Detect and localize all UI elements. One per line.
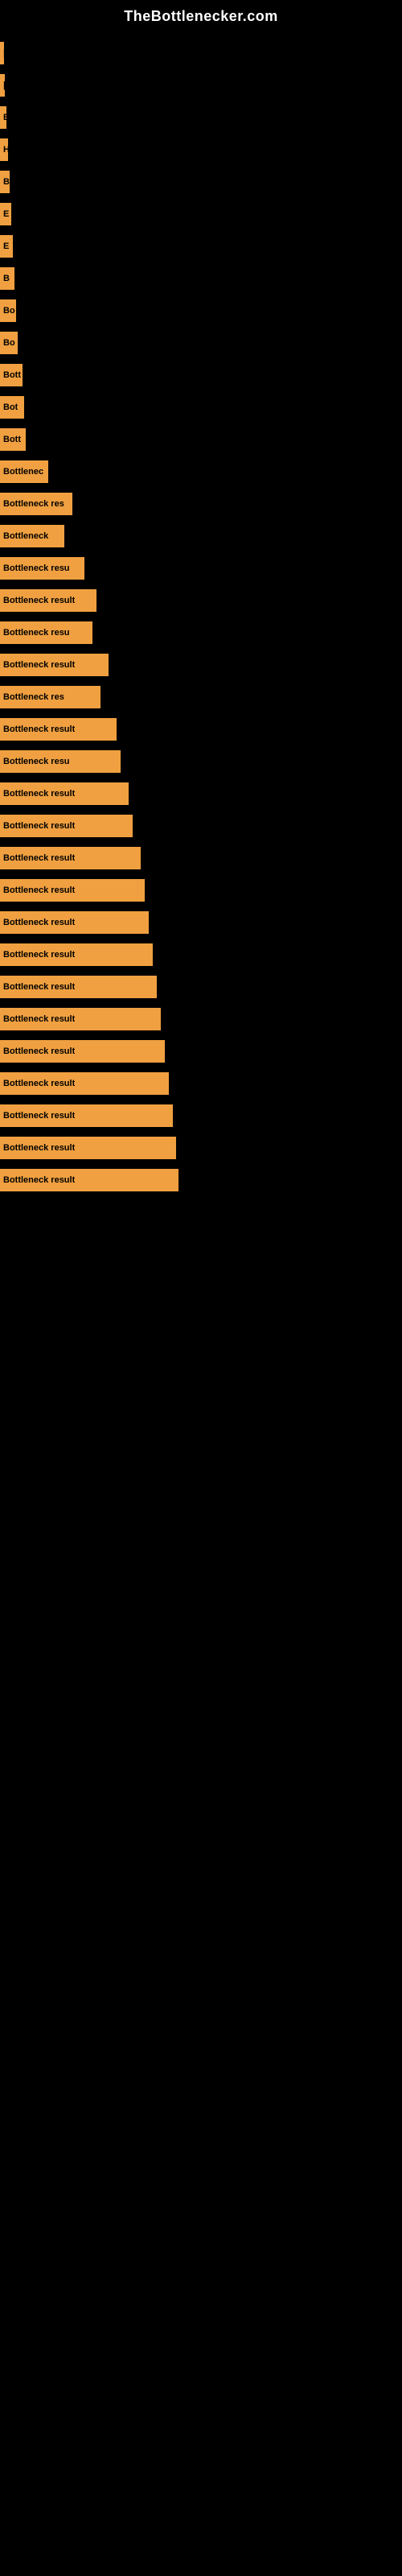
bar-label: Bottleneck resu [3,628,70,638]
bar-row: Bo [0,327,402,359]
bar-label: E [3,209,9,219]
bar-row: Bott [0,359,402,391]
bar-row: Bottleneck result [0,1164,402,1196]
bar-label: Bottleneck result [3,821,75,831]
bar-row: Bottleneck result [0,1100,402,1132]
bar-label: Bottleneck result [3,982,75,992]
bar-row: Bottleneck resu [0,617,402,649]
bar-row: Bo [0,295,402,327]
bar-label: Bottleneck result [3,950,75,960]
bar-label: B [3,274,10,283]
bar-label: Bo [3,338,15,348]
bar-label: Bottleneck result [3,789,75,799]
bar-row: Bottleneck result [0,939,402,971]
bar-label: B [3,177,10,187]
bar-label: H [3,145,8,155]
bar-label: Bot [3,402,18,412]
bar-row: | [0,37,402,69]
bar-row: Bot [0,391,402,423]
bar-row: Bottleneck result [0,713,402,745]
bar-label: Bottleneck resu [3,757,70,766]
bar-label: E [3,113,6,122]
bar-row: Bottleneck result [0,874,402,906]
bar-label: Bottleneck res [3,692,64,702]
bar-row: Bottleneck result [0,1132,402,1164]
bar-row: Bottlenec [0,456,402,488]
bar-label: Bottleneck result [3,724,75,734]
bar-row: E [0,198,402,230]
bar-row: Bottleneck res [0,488,402,520]
bar-label: Bottleneck result [3,918,75,927]
bar-label: Bottleneck result [3,1175,75,1185]
bar-label: Bottleneck result [3,853,75,863]
bar-label: Bottleneck result [3,596,75,605]
bar-label: Bottlenec [3,467,43,477]
bar-row: B [0,262,402,295]
bar-label: Bottleneck result [3,1014,75,1024]
bar-row: | [0,69,402,101]
bar-row: B [0,166,402,198]
bar-row: Bottleneck result [0,584,402,617]
bars-container: | | E H B E E B Bo Bo Bott Bot Bott Bottlenec Bottlene… [0,29,402,1196]
bar-row: Bottleneck result [0,1003,402,1035]
bar-label: | [3,48,4,58]
bar-label: E [3,242,9,251]
bar-label: Bottleneck result [3,1111,75,1121]
bar-label: Bottleneck result [3,886,75,895]
bar-row: E [0,230,402,262]
site-title: TheBottlenecker.com [0,0,402,29]
bar-label: Bottleneck result [3,1079,75,1088]
bar-row: Bottleneck result [0,1067,402,1100]
bar-row: H [0,134,402,166]
bar-row: Bottleneck result [0,1035,402,1067]
bar-label: Bottleneck [3,531,48,541]
bar-label: Bottleneck result [3,660,75,670]
bar-row: Bottleneck resu [0,552,402,584]
bar-row: Bottleneck result [0,778,402,810]
bar-row: Bottleneck result [0,906,402,939]
bar-label: | [3,80,5,90]
bar-label: Bo [3,306,15,316]
bar-row: Bottleneck [0,520,402,552]
bar-row: Bottleneck res [0,681,402,713]
bar-label: Bottleneck result [3,1046,75,1056]
bar-label: Bottleneck resu [3,564,70,573]
bar-label: Bott [3,370,21,380]
bar-row: Bottleneck result [0,810,402,842]
bar-label: Bottleneck result [3,1143,75,1153]
bar-row: Bottleneck result [0,842,402,874]
bar-row: Bottleneck result [0,649,402,681]
bar-row: Bottleneck resu [0,745,402,778]
bar-label: Bottleneck res [3,499,64,509]
bar-label: Bott [3,435,21,444]
bar-row: Bott [0,423,402,456]
bar-row: Bottleneck result [0,971,402,1003]
bar-row: E [0,101,402,134]
